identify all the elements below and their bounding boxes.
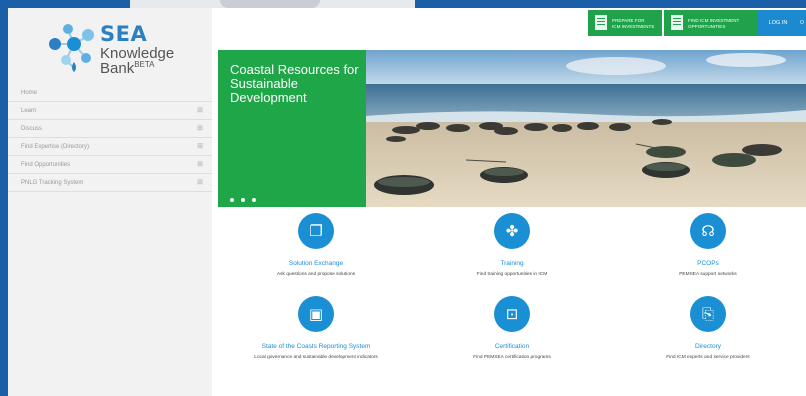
expand-icon[interactable]: ⊞ (197, 156, 203, 174)
molecule-logo-icon (49, 24, 94, 72)
card-subtitle: PEMSEA support networks (679, 272, 737, 277)
card-title[interactable]: PCOPs (610, 260, 806, 267)
logo[interactable]: SEA Knowledge BankBETA (48, 22, 198, 78)
carousel-dot[interactable] (230, 198, 234, 202)
sidebar-item-label: Discuss (21, 126, 43, 132)
card-icon-circle[interactable]: ❐ (298, 213, 334, 249)
find-line1: FIND ICM INVESTMENT (688, 18, 740, 23)
logo-sea: SEA (100, 22, 148, 46)
card-title[interactable]: Certification (414, 343, 610, 350)
device-frame-top (130, 0, 415, 8)
hero-carousel: Coastal Resources for Sustainable Develo… (218, 50, 806, 207)
card-icon-circle[interactable]: ☊ (690, 213, 726, 249)
device-frame-gleam (220, 0, 320, 8)
logo-beta: BETA (134, 60, 155, 69)
browser-screen: SEA Knowledge BankBETA Home Learn ⊞ Discu… (8, 8, 806, 396)
sidebar: SEA Knowledge BankBETA Home Learn ⊞ Discu… (8, 8, 212, 396)
top-bar: PREPARE FOR ICM INVESTMENTS FIND ICM INV… (212, 8, 806, 40)
sidebar-item-label: PNLG Tracking System (21, 180, 84, 186)
card-training[interactable]: ✤ Training Find training opportunities i… (414, 213, 610, 277)
card-subtitle: Local governance and sustainable develop… (254, 355, 378, 360)
hero-title: Coastal Resources for Sustainable Develo… (230, 62, 359, 105)
expand-icon[interactable]: ⊞ (197, 174, 203, 192)
card-icon-circle[interactable]: ✤ (494, 213, 530, 249)
checklist-icon (595, 15, 607, 30)
expand-icon[interactable]: ⊞ (197, 102, 203, 120)
sidebar-item-home[interactable]: Home (8, 84, 212, 102)
card-title[interactable]: State of the Coasts Reporting System (218, 343, 414, 350)
card-solution-exchange[interactable]: ❐ Solution Exchange Ask questions and pr… (218, 213, 414, 277)
beach-image (366, 50, 806, 207)
logo-wordmark: SEA Knowledge BankBETA (100, 22, 175, 77)
card-state-of-coasts[interactable]: ▣ State of the Coasts Reporting System L… (218, 296, 414, 360)
card-title[interactable]: Solution Exchange (218, 260, 414, 267)
sidebar-item-discuss[interactable]: Discuss ⊞ (8, 120, 212, 138)
investment-chart-icon (671, 15, 683, 30)
card-icon-circle[interactable]: ▣ (298, 296, 334, 332)
handshake-icon: ✤ (505, 222, 519, 240)
extra-topbar-button[interactable]: O (798, 10, 806, 36)
card-subtitle: Find ICM experts and service providers (666, 355, 750, 360)
sidebar-nav: Home Learn ⊞ Discuss ⊞ Find Expertise (Dir… (8, 84, 212, 192)
card-pcops[interactable]: ☊ PCOPs PEMSEA support networks (610, 213, 806, 277)
expand-icon[interactable]: ⊞ (197, 120, 203, 138)
logo-knowledge: Knowledge (100, 45, 175, 62)
card-icon-circle[interactable]: ⊡ (494, 296, 530, 332)
logo-bank: BankBETA (100, 60, 174, 77)
card-subtitle: Find PEMSEA certification programs (473, 355, 551, 360)
prepare-line2: ICM INVESTMENTS (612, 24, 655, 29)
card-certification[interactable]: ⊡ Certification Find PEMSEA certificatio… (414, 296, 610, 360)
sidebar-item-label: Home (21, 90, 38, 96)
sidebar-item-label: Find Opportunities (21, 162, 71, 168)
find-investment-button[interactable]: FIND ICM INVESTMENT OPPORTUNITIES (664, 10, 758, 36)
card-icon-circle[interactable]: ⎘ (690, 296, 726, 332)
certificate-icon: ⊡ (505, 305, 519, 323)
sidebar-item-find-expertise[interactable]: Find Expertise (Directory) ⊞ (8, 138, 212, 156)
login-button[interactable]: LOG IN (758, 10, 798, 36)
prepare-line1: PREPARE FOR (612, 18, 645, 23)
carousel-dots[interactable] (230, 189, 263, 207)
documents-icon: ❐ (309, 222, 323, 240)
expand-icon[interactable]: ⊞ (197, 138, 203, 156)
prepare-icm-button[interactable]: PREPARE FOR ICM INVESTMENTS (588, 10, 662, 36)
sidebar-item-label: Learn (21, 108, 37, 114)
hero-panel: Coastal Resources for Sustainable Develo… (218, 50, 366, 207)
card-title[interactable]: Training (414, 260, 610, 267)
directory-search-icon: ⎘ (701, 305, 714, 323)
card-directory[interactable]: ⎘ Directory Find ICM experts and service… (610, 296, 806, 360)
hero-beach-photo (366, 50, 806, 207)
carousel-dot[interactable] (241, 198, 245, 202)
sidebar-item-find-opportunities[interactable]: Find Opportunities ⊞ (8, 156, 212, 174)
sidebar-item-label: Find Expertise (Directory) (21, 144, 90, 150)
card-title[interactable]: Directory (610, 343, 806, 350)
report-window-icon: ▣ (308, 305, 324, 323)
people-network-icon: ☊ (701, 222, 715, 240)
sidebar-item-pnlg-tracking[interactable]: PNLG Tracking System ⊞ (8, 174, 212, 192)
find-line2: OPPORTUNITIES (688, 24, 726, 29)
carousel-dot[interactable] (252, 198, 256, 202)
card-subtitle: Find training opportunities in ICM (476, 272, 548, 277)
logo-bank-word: Bank (100, 60, 135, 77)
sidebar-item-learn[interactable]: Learn ⊞ (8, 102, 212, 120)
card-subtitle: Ask questions and propose solutions (276, 272, 356, 277)
